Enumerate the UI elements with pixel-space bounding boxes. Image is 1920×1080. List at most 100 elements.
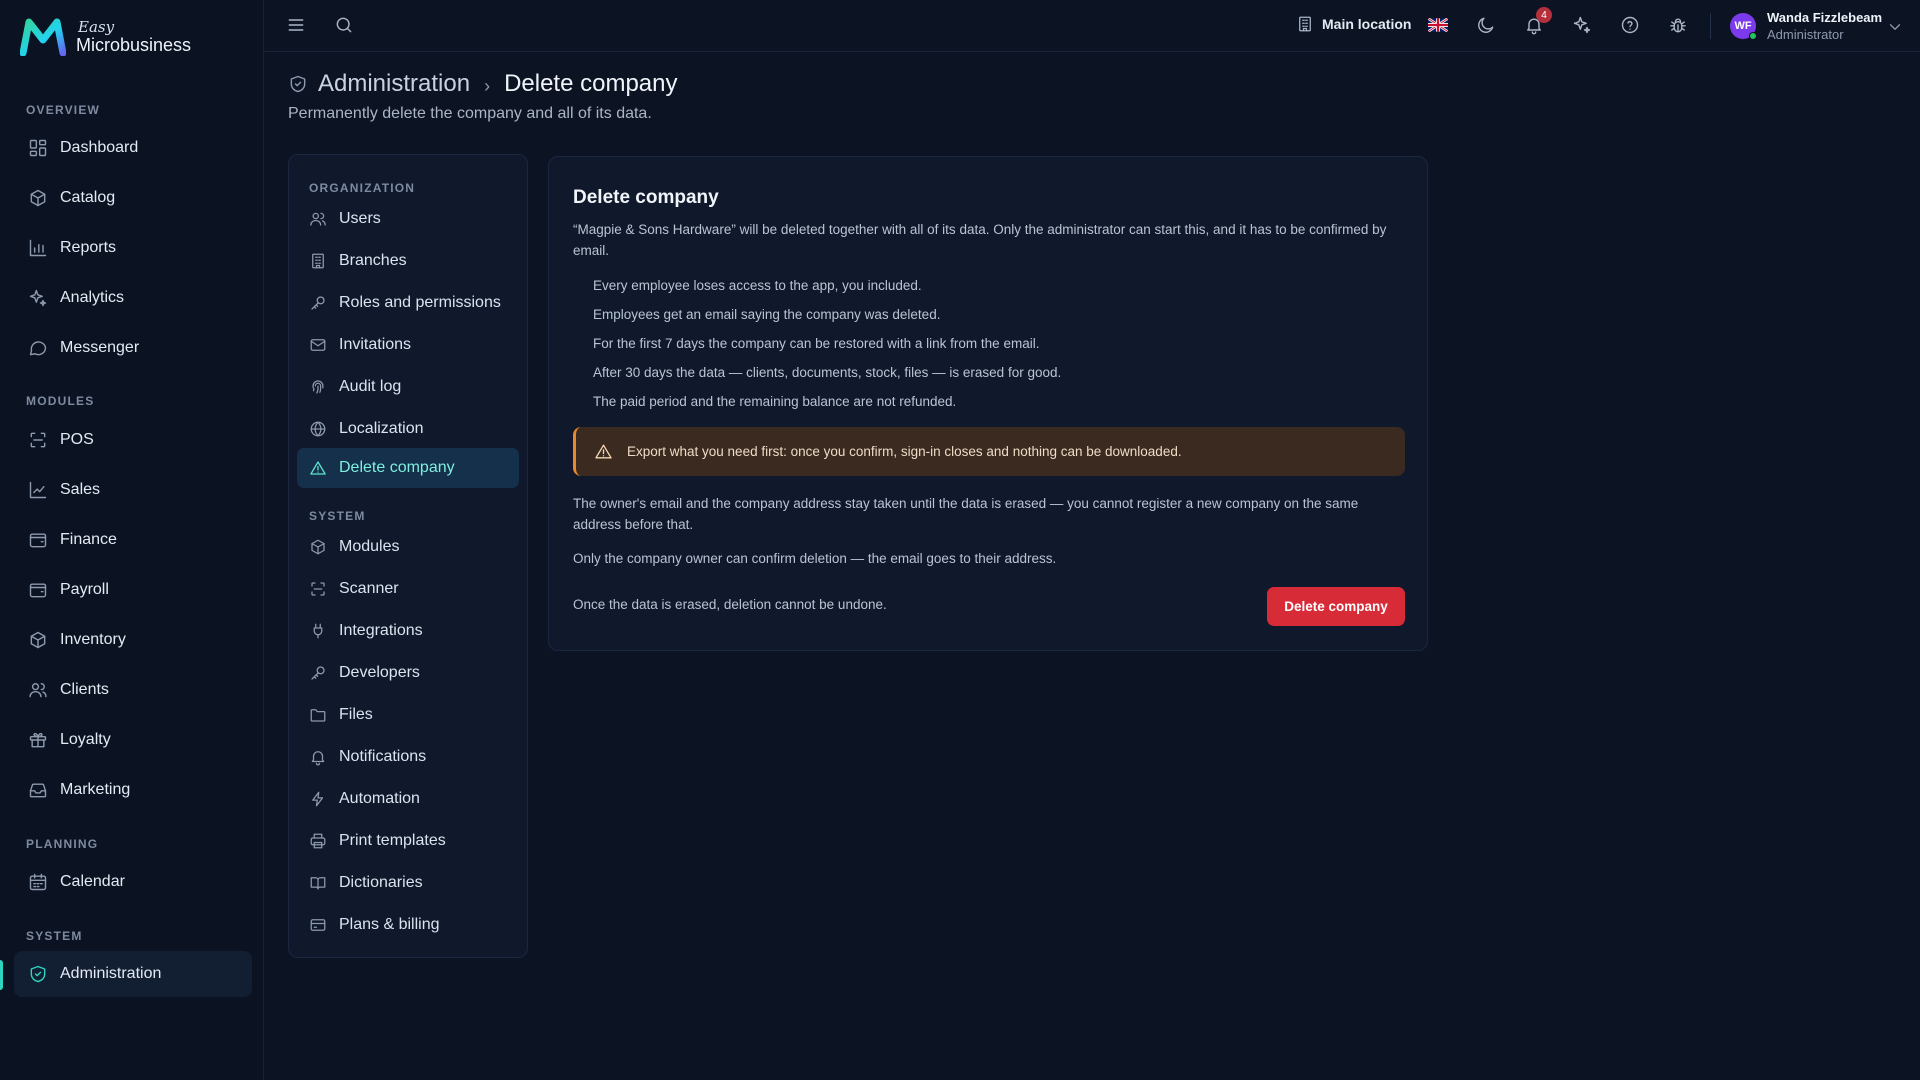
plug-icon [309,622,327,640]
nav-section-system: SYSTEM [26,929,83,943]
sidebar-item-administration[interactable]: Administration [14,951,252,997]
settings-item-integrations[interactable]: Integrations [297,611,519,651]
sidebar-item-reports[interactable]: Reports [14,225,252,271]
book-icon [309,874,327,892]
list-item: Every employee loses access to the app, … [593,278,922,293]
sidebar-item-inventory[interactable]: Inventory [14,617,252,663]
settings-item-label: Files [339,706,373,723]
settings-item-notifications[interactable]: Notifications [297,737,519,777]
sidebar-item-catalog[interactable]: Catalog [14,175,252,221]
chevron-down-icon[interactable] [1886,18,1904,36]
folder-icon [309,706,327,724]
sidebar-item-label: Sales [60,481,101,498]
settings-item-modules[interactable]: Modules [297,527,519,567]
calendar-icon [28,872,48,892]
sidebar-item-marketing[interactable]: Marketing [14,767,252,813]
settings-item-label: Scanner [339,580,399,597]
settings-item-delete-company[interactable]: Delete company [297,448,519,488]
settings-item-label: Roles and permissions [339,294,501,311]
delete-company-button[interactable]: Delete company [1267,587,1405,626]
settings-item-label: Dictionaries [339,874,423,891]
sidebar-item-clients[interactable]: Clients [14,667,252,713]
sidebar-item-messenger[interactable]: Messenger [14,325,252,371]
shield-icon [28,964,48,984]
owner-only-note: Only the company owner can confirm delet… [573,551,1057,566]
users-icon [28,680,48,700]
nav-section-planning: PLANNING [26,837,99,851]
settings-item-users[interactable]: Users [297,199,519,239]
sidebar-item-calendar[interactable]: Calendar [14,859,252,905]
sidebar-item-pos[interactable]: POS [14,417,252,463]
sparkle-icon[interactable] [1572,15,1592,35]
settings-item-print-templates[interactable]: Print templates [297,821,519,861]
settings-item-files[interactable]: Files [297,695,519,735]
menu-icon[interactable] [286,15,306,35]
sidebar-item-label: Inventory [60,631,126,648]
key-icon [309,664,327,682]
settings-item-label: Localization [339,420,424,437]
settings-item-scanner[interactable]: Scanner [297,569,519,609]
settings-item-localization[interactable]: Localization [297,409,519,449]
settings-nav: ORGANIZATION Users Branches Roles and pe… [288,154,528,958]
settings-item-label: Invitations [339,336,412,353]
sidebar-item-label: Loyalty [60,731,111,748]
settings-item-plans-billing[interactable]: Plans & billing [297,905,519,945]
settings-item-label: Automation [339,790,420,807]
user-name[interactable]: Wanda Fizzlebeam [1767,10,1882,25]
shield-icon [288,74,308,94]
sidebar-item-label: POS [60,431,94,448]
uk-flag-icon[interactable] [1428,18,1448,32]
users-icon [309,210,327,228]
sidebar-item-loyalty[interactable]: Loyalty [14,717,252,763]
mail-icon [309,336,327,354]
building-icon [309,252,327,270]
settings-section-organization: ORGANIZATION [309,181,416,195]
settings-item-invitations[interactable]: Invitations [297,325,519,365]
settings-item-label: Print templates [339,832,446,849]
nav-section-modules: MODULES [26,394,95,408]
card-description: “Magpie & Sons Hardware” will be deleted… [573,222,1387,258]
settings-item-audit-log[interactable]: Audit log [297,367,519,407]
key-icon [309,294,327,312]
sidebar-item-payroll[interactable]: Payroll [14,567,252,613]
topbar-divider [1710,13,1711,39]
settings-item-developers[interactable]: Developers [297,653,519,693]
card-title: Delete company [573,187,719,208]
sidebar-item-label: Administration [60,965,162,982]
sidebar-item-label: Marketing [60,781,131,798]
moon-icon[interactable] [1476,15,1496,35]
breadcrumb-parent[interactable]: Administration [318,70,470,98]
settings-item-branches[interactable]: Branches [297,241,519,281]
settings-item-label: Modules [339,538,400,555]
settings-item-dictionaries[interactable]: Dictionaries [297,863,519,903]
list-item: After 30 days the data — clients, docume… [593,365,1062,380]
settings-item-label: Audit log [339,378,402,395]
sidebar-item-sales[interactable]: Sales [14,467,252,513]
settings-item-label: Developers [339,664,420,681]
settings-item-automation[interactable]: Automation [297,779,519,819]
sidebar-item-label: Dashboard [60,139,139,156]
sidebar-item-analytics[interactable]: Analytics [14,275,252,321]
sidebar-item-label: Messenger [60,339,140,356]
help-icon[interactable] [1620,15,1640,35]
search-icon[interactable] [334,15,354,35]
list-item: For the first 7 days the company can be … [593,336,1040,351]
sidebar-item-label: Reports [60,239,117,256]
sidebar-item-dashboard[interactable]: Dashboard [14,125,252,171]
bug-icon[interactable] [1668,15,1688,35]
brand[interactable]: Easy Microbusiness [20,18,191,56]
sidebar-item-finance[interactable]: Finance [14,517,252,563]
settings-item-label: Users [339,210,381,227]
box-icon [309,538,327,556]
list-item: Employees get an email saying the compan… [593,307,941,322]
inbox-icon [28,780,48,800]
settings-item-roles[interactable]: Roles and permissions [297,283,519,323]
location-selector[interactable]: Main location [1296,15,1411,33]
top-bar: Main location 4 WF Wanda Fizzlebeam Admi… [264,0,1920,52]
settings-section-system: SYSTEM [309,509,366,523]
delete-company-card: Delete company “Magpie & Sons Hardware” … [548,156,1428,651]
warning-text: Export what you need first: once you con… [627,444,1182,459]
brand-name: Microbusiness [76,35,192,55]
sidebar-item-label: Finance [60,531,117,548]
active-indicator [0,960,3,990]
